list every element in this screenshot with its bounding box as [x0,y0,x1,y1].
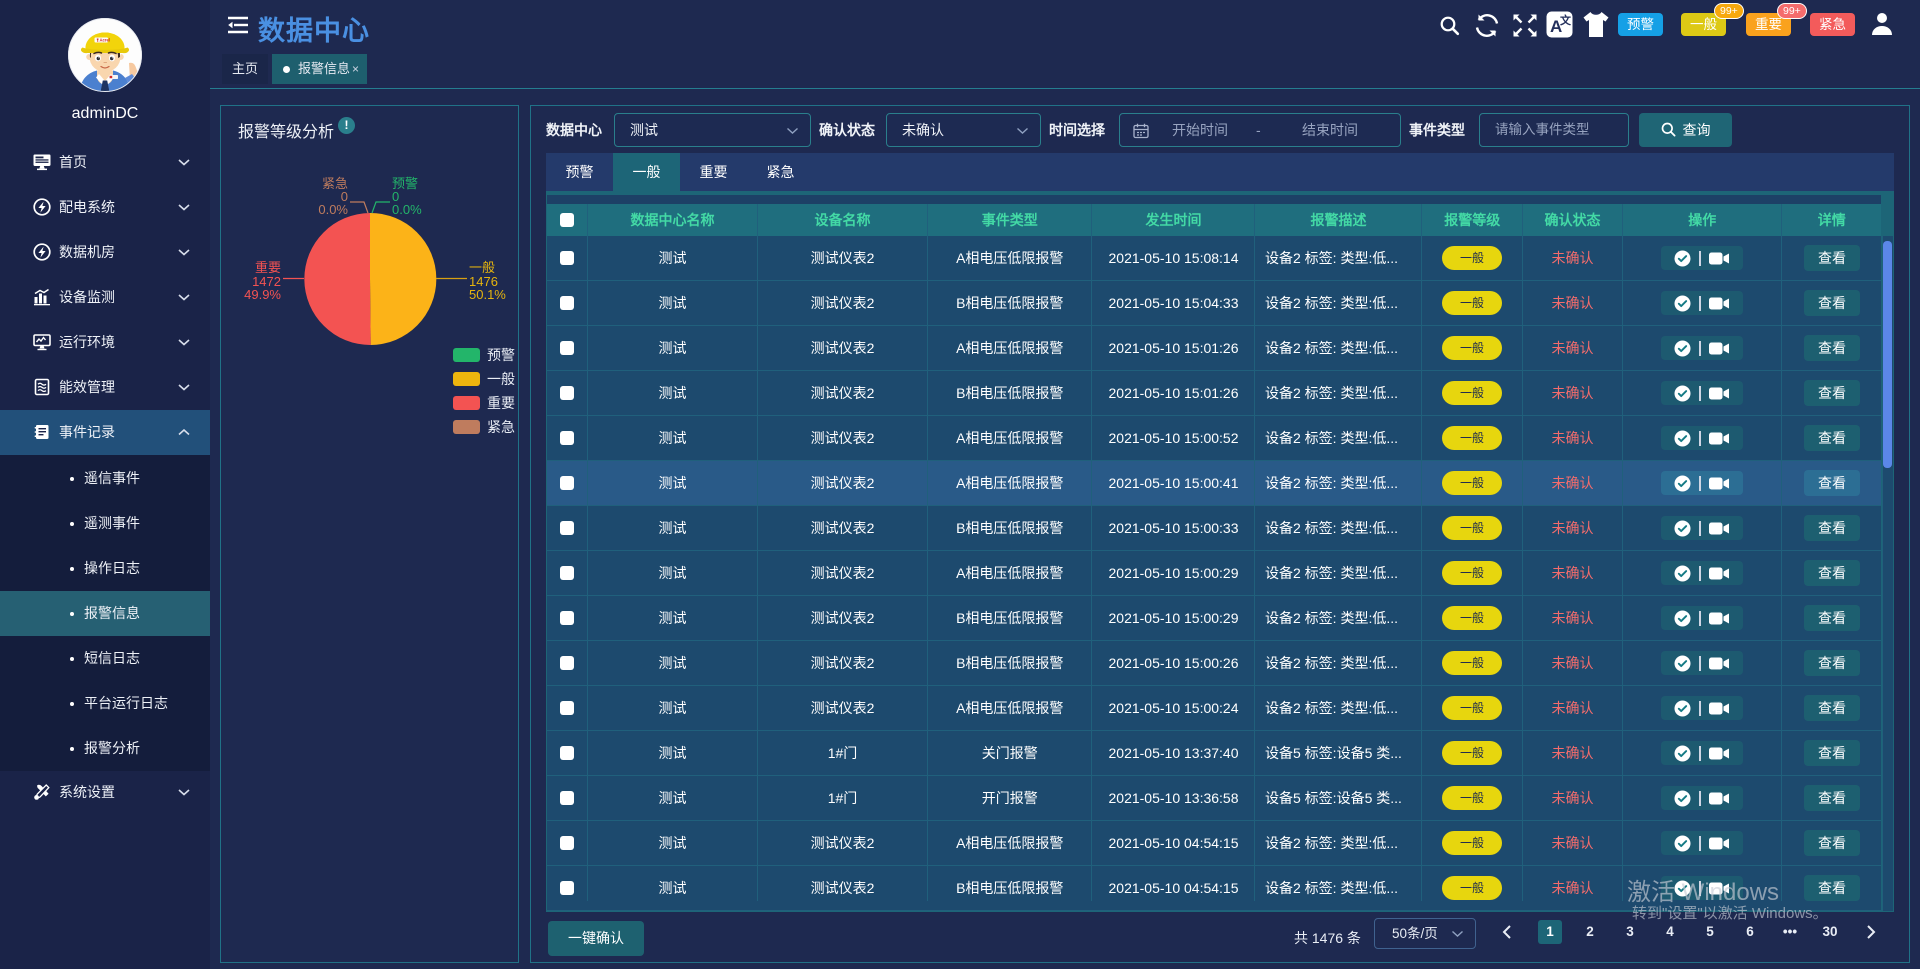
svg-text:❢Acrel: ❢Acrel [96,38,110,43]
svg-text:重要: 重要 [255,260,281,275]
svg-text:49.9%: 49.9% [244,287,281,302]
svg-text:预警: 预警 [487,347,515,363]
svg-text:紧急: 紧急 [487,419,515,435]
svg-text:一般: 一般 [469,260,495,275]
svg-text:重要: 重要 [487,395,515,411]
svg-text:0.0%: 0.0% [392,202,422,217]
svg-text:50.1%: 50.1% [469,287,506,302]
svg-text:一般: 一般 [487,371,515,387]
svg-text:文: 文 [1560,13,1572,27]
svg-text:0.0%: 0.0% [318,202,348,217]
